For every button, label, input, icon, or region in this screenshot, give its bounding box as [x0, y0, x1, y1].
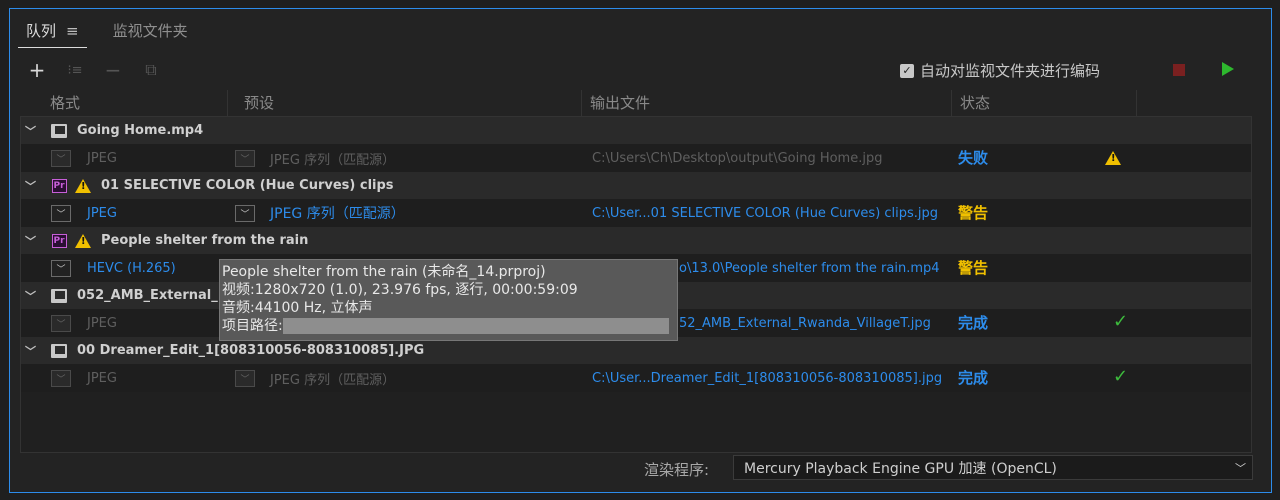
panel-menu-icon[interactable]: ≡	[66, 22, 79, 40]
renderer-value: Mercury Playback Engine GPU 加速 (OpenCL)	[744, 460, 1057, 477]
preset-dropdown[interactable]: ﹀	[235, 149, 255, 167]
check-icon: ✓	[1113, 366, 1129, 387]
tooltip-path-redacted	[282, 318, 669, 334]
tooltip-path: 项目路径:	[222, 317, 675, 335]
column-status[interactable]: 状态	[952, 90, 1137, 116]
film-icon	[51, 343, 67, 358]
warning-icon: !	[75, 178, 91, 193]
tooltip-video: 视频:1280x720 (1.0), 23.976 fps, 逐行, 00:00…	[222, 282, 578, 298]
premiere-icon: Pr	[51, 178, 67, 193]
queue-group[interactable]: ﹀ Pr ! 01 SELECTIVE COLOR (Hue Curves) c…	[21, 172, 1251, 199]
chevron-down-icon[interactable]: ﹀	[25, 178, 41, 194]
column-output[interactable]: 输出文件	[582, 90, 952, 116]
source-name: 052_AMB_External_	[77, 288, 218, 303]
chevron-down-icon[interactable]: ﹀	[25, 123, 41, 139]
status-text: 完成	[958, 369, 989, 387]
source-name: People shelter from the rain	[101, 233, 309, 248]
format-value[interactable]: HEVC (H.265)	[87, 261, 176, 276]
tab-queue-label: 队列	[26, 22, 57, 40]
stop-queue-button[interactable]	[1173, 64, 1185, 76]
source-info-tooltip: People shelter from the rain (未命名_14.prp…	[219, 259, 678, 341]
check-icon: ✓	[1113, 311, 1129, 332]
warning-icon: !	[75, 233, 91, 248]
queue-item[interactable]: ﹀ JPEG ﹀ JPEG 序列（匹配源） C:\Users\Ch\Deskto…	[21, 144, 1251, 172]
status-text: 警告	[958, 259, 989, 277]
renderer-select[interactable]: Mercury Playback Engine GPU 加速 (OpenCL) …	[733, 455, 1253, 480]
source-name: 00 Dreamer_Edit_1[808310056-808310085].J…	[77, 343, 425, 358]
tooltip-audio: 音频:44100 Hz, 立体声	[222, 300, 373, 316]
status-text: 警告	[958, 204, 989, 222]
tab-queue[interactable]: 队列 ≡	[18, 20, 87, 48]
chevron-down-icon[interactable]: ﹀	[25, 233, 41, 249]
queue-group[interactable]: ﹀ Pr ! People shelter from the rain	[21, 227, 1251, 254]
format-value[interactable]: JPEG	[87, 371, 117, 386]
auto-encode-toggle[interactable]: ✓ 自动对监视文件夹进行编码	[900, 60, 1100, 81]
column-extra	[1137, 90, 1252, 116]
format-dropdown[interactable]: ﹀	[51, 314, 71, 332]
film-icon	[51, 288, 67, 303]
renderer-label: 渲染程序:	[644, 461, 710, 479]
remove-item-icon[interactable]: −	[104, 60, 122, 80]
status-text: 完成	[958, 314, 989, 332]
queue-item[interactable]: ﹀ JPEG ﹀ JPEG 序列（匹配源） C:\User...01 SELEC…	[21, 199, 1251, 227]
premiere-icon: Pr	[51, 233, 67, 248]
tab-watch-folders-label: 监视文件夹	[112, 22, 188, 40]
tooltip-title: People shelter from the rain (未命名_14.prp…	[222, 264, 546, 280]
source-name: Going Home.mp4	[77, 123, 204, 138]
preset-value[interactable]: JPEG 序列（匹配源）	[270, 369, 395, 388]
preset-dropdown[interactable]: ﹀	[235, 369, 255, 387]
add-source-icon[interactable]: +	[28, 60, 46, 80]
output-path[interactable]: C:\User...01 SELECTIVE COLOR (Hue Curves…	[592, 206, 938, 221]
chevron-down-icon[interactable]: ﹀	[25, 288, 41, 304]
output-path[interactable]: o\13.0\People shelter from the rain.mp4	[679, 261, 940, 276]
preset-value[interactable]: JPEG 序列（匹配源）	[270, 149, 395, 168]
output-path[interactable]: C:\User...Dreamer_Edit_1[808310056-80831…	[592, 371, 942, 386]
preset-value[interactable]: JPEG 序列（匹配源）	[270, 203, 405, 223]
column-format[interactable]: 格式	[20, 90, 228, 116]
tooltip-path-label: 项目路径:	[222, 318, 283, 334]
status-text: 失败	[958, 149, 989, 167]
output-settings-icon[interactable]: ⁝≡	[66, 61, 84, 79]
column-header: 格式 预设 输出文件 状态	[20, 90, 1252, 116]
preset-dropdown[interactable]: ﹀	[235, 204, 255, 222]
queue-group[interactable]: ﹀ 00 Dreamer_Edit_1[808310056-808310085]…	[21, 337, 1251, 364]
format-value[interactable]: JPEG	[87, 316, 117, 331]
output-path[interactable]: 52_AMB_External_Rwanda_VillageT.jpg	[679, 316, 931, 331]
format-dropdown[interactable]: ﹀	[51, 204, 71, 222]
panel-tabs: 队列 ≡ 监视文件夹	[18, 20, 188, 48]
start-queue-button[interactable]	[1222, 62, 1234, 76]
auto-encode-checkbox[interactable]: ✓	[900, 63, 914, 78]
queue-item[interactable]: ﹀ JPEG ﹀ JPEG 序列（匹配源） C:\User...Dreamer_…	[21, 364, 1251, 392]
warning-icon: !	[1105, 151, 1121, 165]
queue-toolbar: + ⁝≡ − ⧉	[28, 58, 160, 82]
format-value[interactable]: JPEG	[87, 151, 117, 166]
format-dropdown[interactable]: ﹀	[51, 149, 71, 167]
queue-group[interactable]: ﹀ Going Home.mp4	[21, 117, 1251, 144]
format-value[interactable]: JPEG	[87, 206, 117, 221]
tab-watch-folders[interactable]: 监视文件夹	[113, 20, 188, 48]
chevron-down-icon[interactable]: ﹀	[1235, 460, 1246, 476]
duplicate-item-icon[interactable]: ⧉	[142, 61, 160, 79]
chevron-down-icon[interactable]: ﹀	[25, 343, 41, 359]
column-preset[interactable]: 预设	[228, 90, 582, 116]
auto-encode-label: 自动对监视文件夹进行编码	[920, 62, 1101, 80]
format-dropdown[interactable]: ﹀	[51, 259, 71, 277]
output-path[interactable]: C:\Users\Ch\Desktop\output\Going Home.jp…	[592, 151, 882, 166]
film-icon	[51, 123, 67, 138]
format-dropdown[interactable]: ﹀	[51, 369, 71, 387]
source-name: 01 SELECTIVE COLOR (Hue Curves) clips	[101, 178, 394, 193]
